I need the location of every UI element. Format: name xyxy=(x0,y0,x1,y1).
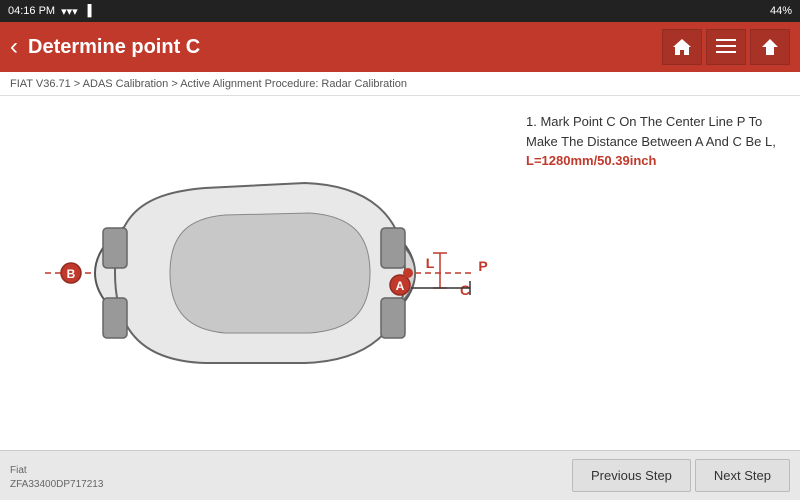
header: ‹ Determine point C xyxy=(0,22,800,72)
svg-text:L: L xyxy=(426,255,435,271)
svg-text:A: A xyxy=(396,279,405,293)
footer: Fiat ZFA33400DP717213 Previous Step Next… xyxy=(0,450,800,500)
svg-text:P: P xyxy=(478,258,487,274)
menu-button[interactable] xyxy=(706,29,746,65)
instructions-panel: 1. Mark Point C On The Center Line P To … xyxy=(510,96,800,450)
header-icons xyxy=(662,29,790,65)
device-name: Fiat xyxy=(10,464,103,478)
instructions-text: 1. Mark Point C On The Center Line P To … xyxy=(526,112,784,171)
home-button[interactable] xyxy=(662,29,702,65)
time-display: 04:16 PM xyxy=(8,5,55,17)
battery-display: 44% xyxy=(770,5,792,17)
device-id: ZFA33400DP717213 xyxy=(10,478,103,492)
status-bar: 04:16 PM ▾▾▾ ▐ 44% xyxy=(0,0,800,22)
main-content: B A L C P xyxy=(0,96,800,450)
diagram-area: B A L C P xyxy=(0,96,510,450)
exit-button[interactable] xyxy=(750,29,790,65)
back-button[interactable]: ‹ xyxy=(10,33,18,61)
breadcrumb: FIAT V36.71 > ADAS Calibration > Active … xyxy=(0,72,800,96)
status-left: 04:16 PM ▾▾▾ ▐ xyxy=(8,5,91,18)
next-step-button[interactable]: Next Step xyxy=(695,459,790,492)
page-title: Determine point C xyxy=(28,36,662,59)
signal-icon: ▐ xyxy=(84,5,92,17)
status-right: 44% xyxy=(770,5,792,17)
car-diagram: B A L C P xyxy=(15,133,495,413)
instructions-highlight: L=1280mm/50.39inch xyxy=(526,153,656,168)
previous-step-button[interactable]: Previous Step xyxy=(572,459,691,492)
device-info: Fiat ZFA33400DP717213 xyxy=(10,464,103,492)
svg-text:C: C xyxy=(460,282,470,298)
wifi-icon: ▾▾▾ xyxy=(61,5,78,18)
svg-text:B: B xyxy=(67,267,76,281)
